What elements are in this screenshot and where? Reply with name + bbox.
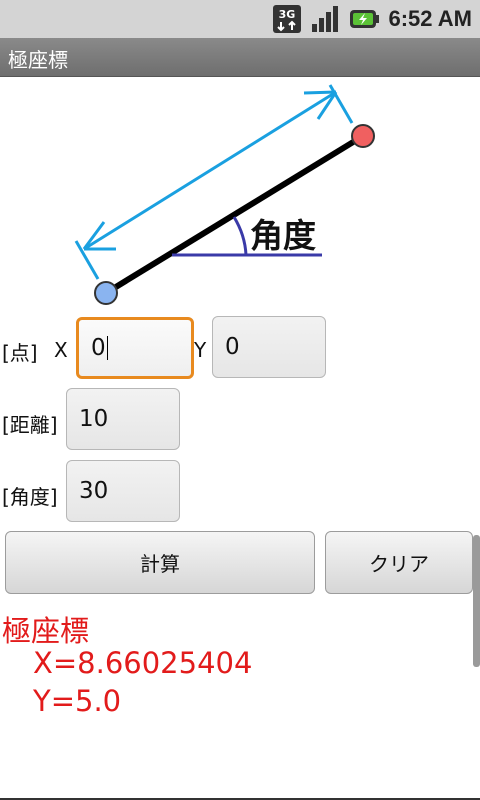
angle-input-value: 30 <box>79 478 109 504</box>
end-point <box>351 124 375 148</box>
status-bar: 3G 6:52 AM <box>0 0 480 38</box>
y-input-value: 0 <box>225 334 240 360</box>
result-x: X=8.66025404 <box>33 646 253 680</box>
battery-icon <box>350 10 380 28</box>
text-caret <box>106 336 108 360</box>
distance-tick-end <box>328 84 354 124</box>
status-icons: 3G 6:52 AM <box>272 0 472 38</box>
result-title: 極座標 <box>2 614 90 648</box>
result-y: Y=5.0 <box>33 684 122 718</box>
polar-diagram: 角度 <box>74 84 375 305</box>
y-input[interactable]: 0 <box>212 316 326 378</box>
title-bar: 極座標 <box>0 38 480 77</box>
scrollbar[interactable] <box>473 535 480 667</box>
angle-label: 角度 <box>250 216 316 255</box>
origin-point <box>94 281 118 305</box>
angle-field-label: [角度] <box>2 485 58 509</box>
calculate-button[interactable]: 計算 <box>5 531 315 594</box>
svg-text:3G: 3G <box>279 8 296 21</box>
x-input-value: 0 <box>91 335 106 361</box>
distance-arrow-head-start <box>82 221 116 251</box>
distance-input[interactable]: 10 <box>66 388 180 450</box>
status-time: 6:52 AM <box>388 6 472 31</box>
angle-input[interactable]: 30 <box>66 460 180 522</box>
signal-strength-icon <box>312 6 339 32</box>
angle-arc <box>232 216 248 256</box>
network-3g-icon: 3G <box>273 5 302 33</box>
clear-button[interactable]: クリア <box>325 531 473 594</box>
distance-label: [距離] <box>2 413 58 437</box>
distance-input-value: 10 <box>79 406 109 432</box>
y-label: Y <box>194 338 207 362</box>
x-label: X <box>54 338 68 362</box>
x-input[interactable]: 0 <box>76 317 194 379</box>
point-label: [点] <box>2 341 38 365</box>
radius-line <box>104 133 365 296</box>
app-title: 極座標 <box>8 48 68 72</box>
